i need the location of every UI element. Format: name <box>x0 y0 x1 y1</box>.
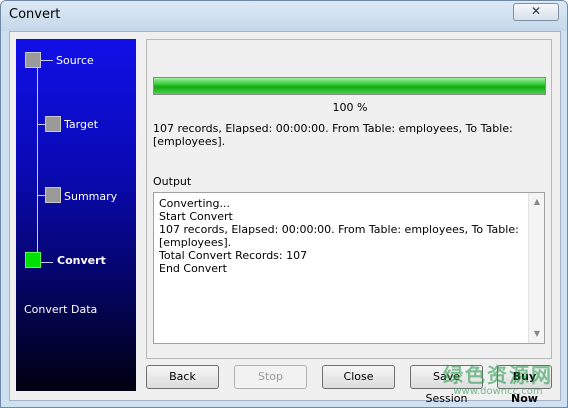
step-icon-convert <box>25 252 41 268</box>
section-label: Convert Data <box>24 303 98 316</box>
step-label-target: Target <box>64 118 99 131</box>
window-title: Convert <box>9 7 61 22</box>
scroll-up-icon[interactable]: ▲ <box>529 195 545 209</box>
output-line: Start Convert <box>159 210 233 223</box>
close-button[interactable]: Close <box>322 365 395 389</box>
output-line: 107 records, Elapsed: 00:00:00. From Tab… <box>159 223 519 249</box>
wizard-steps-panel: Source Target Summary Convert Convert Da… <box>16 39 136 391</box>
status-summary: 107 records, Elapsed: 00:00:00. From Tab… <box>153 122 513 148</box>
step-icon-source <box>25 52 41 68</box>
output-lines: Converting... Start Convert 107 records, E… <box>159 197 523 275</box>
step-label-source: Source <box>56 54 94 67</box>
progress-bar <box>153 77 546 95</box>
step-label-summary: Summary <box>64 190 118 203</box>
output-line: Total Convert Records: 107 <box>159 249 308 262</box>
output-line: End Convert <box>159 262 227 275</box>
title-bar: Convert ✕ <box>1 1 567 31</box>
output-line: Converting... <box>159 197 230 210</box>
progress-bar-fill <box>154 78 545 94</box>
convert-content-panel: 100 % 107 records, Elapsed: 00:00:00. Fr… <box>146 39 552 359</box>
stop-button[interactable]: Stop <box>234 365 307 389</box>
save-session-button[interactable]: Save Session <box>410 365 483 405</box>
step-label-convert: Convert <box>57 254 106 267</box>
step-icon-target <box>45 116 61 132</box>
buy-now-button[interactable]: Buy Now <box>497 365 552 405</box>
output-scrollbar[interactable]: ▲ ▼ <box>528 193 544 343</box>
output-label: Output <box>153 175 192 188</box>
step-tree-line <box>37 62 38 263</box>
dialog-client-area: Source Target Summary Convert Convert Da… <box>9 31 561 405</box>
progress-percent: 100 % <box>332 101 368 114</box>
back-button[interactable]: Back <box>146 365 219 389</box>
window-close-button[interactable]: ✕ <box>513 3 559 21</box>
step-icon-summary <box>45 187 61 203</box>
output-log[interactable]: Converting... Start Convert 107 records, E… <box>153 192 545 344</box>
close-icon: ✕ <box>530 4 542 18</box>
scroll-down-icon[interactable]: ▼ <box>529 327 545 341</box>
convert-window: Convert ✕ Source Target Summary Convert … <box>0 0 568 408</box>
